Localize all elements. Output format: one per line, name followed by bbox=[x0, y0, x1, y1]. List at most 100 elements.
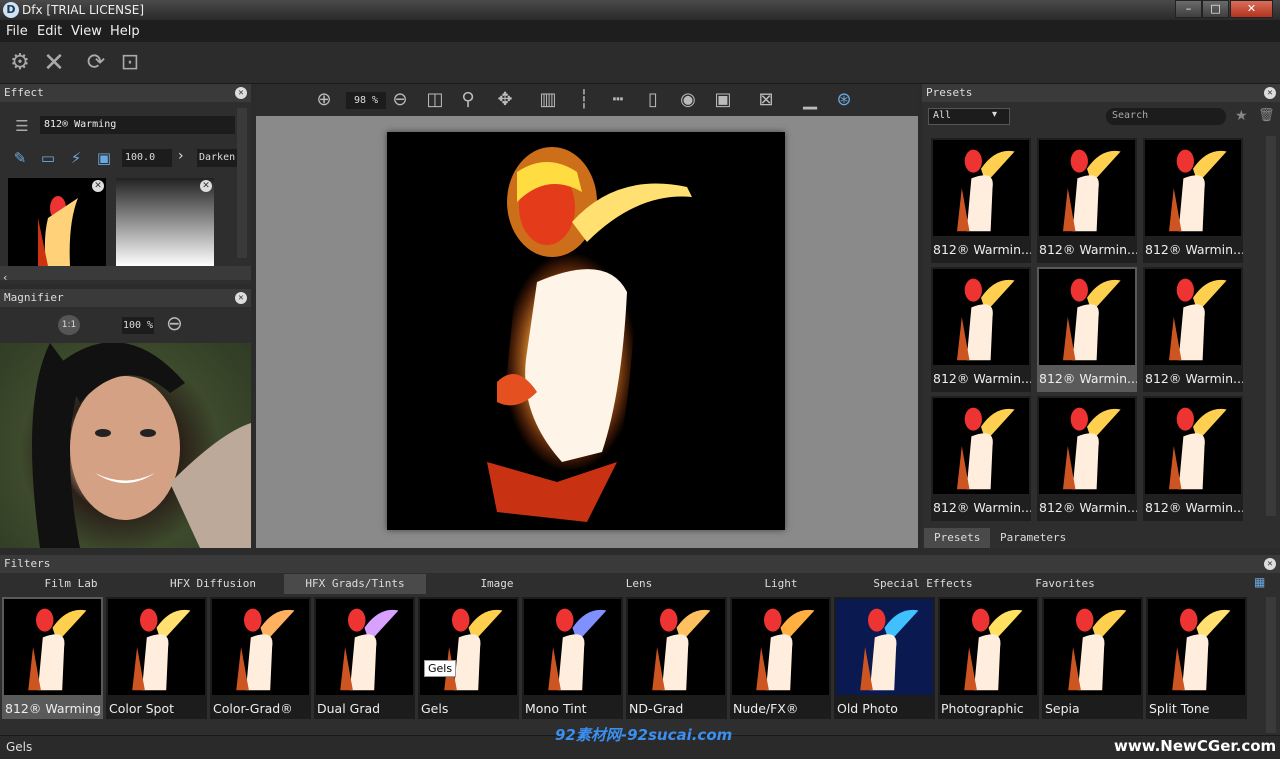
preset-tile[interactable]: 812® Warmin... bbox=[1037, 396, 1137, 521]
close-icon[interactable]: ✕ bbox=[235, 87, 247, 99]
menu-help[interactable]: Help bbox=[110, 24, 140, 39]
filter-tile[interactable]: Split Tone bbox=[1146, 597, 1247, 719]
watermark-right: www.NewCGer.com bbox=[1114, 737, 1277, 755]
opacity-input[interactable]: 100.0 bbox=[122, 149, 172, 167]
tab-lens[interactable]: Lens bbox=[568, 574, 710, 594]
close-icon[interactable]: ✕ bbox=[235, 292, 247, 304]
effect-panel-header: Effect ✕ bbox=[0, 84, 251, 102]
grid-view-icon[interactable]: ▦ bbox=[1254, 575, 1265, 589]
layer-icon[interactable]: ☰ bbox=[12, 116, 32, 136]
filter-tile[interactable]: Dual Grad bbox=[314, 597, 415, 719]
preset-label: 812® Warmin... bbox=[933, 371, 1031, 386]
magnifier-zoom[interactable]: 100 % bbox=[122, 317, 154, 334]
filter-tile[interactable]: Sepia bbox=[1042, 597, 1143, 719]
effect-scrollbar[interactable] bbox=[237, 108, 247, 258]
tab-presets[interactable]: Presets bbox=[924, 528, 991, 548]
filter-tile[interactable]: 812® Warming bbox=[2, 597, 103, 719]
close-icon[interactable]: ✕ bbox=[1264, 87, 1276, 99]
split-view-icon[interactable]: ◫ bbox=[423, 88, 447, 112]
zoom-out-icon[interactable]: ⊖ bbox=[166, 311, 183, 335]
close-icon[interactable]: ✕ bbox=[40, 49, 68, 77]
magnify-icon[interactable]: ⚲ bbox=[456, 88, 480, 112]
star-icon[interactable]: ★ bbox=[1235, 108, 1248, 124]
close-window-button[interactable]: ✕ bbox=[1230, 0, 1273, 18]
frame-icon[interactable]: ▣ bbox=[94, 148, 114, 168]
preset-scrollbar[interactable] bbox=[1266, 136, 1276, 516]
brush-icon[interactable]: ✎ bbox=[10, 148, 30, 168]
layer-thumbnail-effect[interactable]: ✕ bbox=[8, 178, 106, 266]
preset-tile[interactable]: 812® Warmin... bbox=[1037, 138, 1137, 263]
flame-figure-icon bbox=[1169, 149, 1227, 232]
flame-figure-icon bbox=[1068, 608, 1127, 691]
effect-panel: Effect ✕ ☰ 812® Warming ✎ ▭ ⚡ ▣ 100.0 › … bbox=[0, 84, 251, 284]
page-icon[interactable]: ▯ bbox=[641, 88, 665, 112]
menu-edit[interactable]: Edit bbox=[37, 24, 62, 39]
tab-hfx-diffusion[interactable]: HFX Diffusion bbox=[142, 574, 284, 594]
tab-film-lab[interactable]: Film Lab bbox=[0, 574, 142, 594]
refresh-icon[interactable]: ⟳ bbox=[82, 49, 110, 77]
preset-tile[interactable]: 812® Warmin... bbox=[1037, 267, 1137, 392]
preset-tile[interactable]: 812® Warmin... bbox=[931, 396, 1031, 521]
loupe-icon[interactable]: ⊛ bbox=[832, 88, 856, 112]
preset-tile[interactable]: 812® Warmin... bbox=[931, 138, 1031, 263]
zoom-in-icon[interactable]: ⊕ bbox=[312, 88, 336, 112]
tab-image[interactable]: Image bbox=[426, 574, 568, 594]
compare-split-icon[interactable]: ┆ bbox=[572, 88, 596, 112]
tab-special-effects[interactable]: Special Effects bbox=[852, 574, 994, 594]
trash-icon[interactable]: 🗑 bbox=[1258, 108, 1275, 123]
zoom-out-icon[interactable]: ⊖ bbox=[388, 88, 412, 112]
tab-light[interactable]: Light bbox=[710, 574, 852, 594]
filter-tile[interactable]: ND-Grad bbox=[626, 597, 727, 719]
menu-view[interactable]: View bbox=[71, 24, 102, 39]
filter-tile[interactable]: Nude/FX® bbox=[730, 597, 831, 719]
flame-figure-icon bbox=[340, 608, 399, 691]
monitor-icon[interactable]: ▭ bbox=[38, 148, 58, 168]
preset-tile[interactable]: 812® Warmin... bbox=[1143, 267, 1243, 392]
tab-parameters[interactable]: Parameters bbox=[990, 528, 1076, 548]
filter-tile[interactable]: Old Photo bbox=[834, 597, 935, 719]
compare-side-icon[interactable]: ▥ bbox=[536, 88, 560, 112]
close-icon[interactable]: ✕ bbox=[200, 180, 212, 192]
horizontal-scrollbar[interactable]: ‹ bbox=[0, 266, 251, 284]
tab-favorites[interactable]: Favorites bbox=[994, 574, 1136, 594]
layer-thumbnail-gradient[interactable]: ✕ bbox=[116, 178, 214, 266]
blend-mode-select[interactable]: Darken bbox=[197, 149, 237, 167]
pan-icon[interactable]: ✥ bbox=[493, 88, 517, 112]
main-image-preview[interactable] bbox=[387, 132, 785, 530]
minimize-button[interactable]: – bbox=[1175, 0, 1202, 18]
fit-icon[interactable]: ⊡ bbox=[116, 49, 144, 77]
flame-figure-icon bbox=[548, 608, 607, 691]
preset-tile[interactable]: 812® Warmin... bbox=[1143, 396, 1243, 521]
preset-search-input[interactable]: Search bbox=[1106, 108, 1226, 125]
close-icon[interactable]: ✕ bbox=[92, 180, 104, 192]
lightning-icon[interactable]: ⚡ bbox=[66, 148, 86, 168]
preset-tile[interactable]: 812® Warmin... bbox=[1143, 138, 1243, 263]
filter-tile[interactable]: Gels bbox=[418, 597, 519, 719]
filter-tile[interactable]: Photographic bbox=[938, 597, 1039, 719]
maximize-button[interactable]: □ bbox=[1202, 0, 1229, 18]
filter-label: Photographic bbox=[941, 701, 1024, 716]
gear-icon[interactable]: ⚙ bbox=[6, 49, 34, 77]
filter-thumbnail bbox=[420, 599, 517, 695]
chevron-down-icon[interactable]: ▾ bbox=[992, 109, 997, 120]
filter-tile[interactable]: Color Spot bbox=[106, 597, 207, 719]
chevron-right-icon[interactable]: › bbox=[178, 148, 184, 164]
preset-filter-select[interactable]: All bbox=[928, 108, 1010, 125]
effect-name-field[interactable]: 812® Warming bbox=[40, 116, 235, 134]
histogram-icon[interactable]: ▁ bbox=[798, 88, 822, 112]
menu-file[interactable]: File bbox=[6, 24, 28, 39]
camera-icon[interactable]: ◉ bbox=[676, 88, 700, 112]
one-to-one-button[interactable]: 1:1 bbox=[58, 315, 80, 335]
zoom-level[interactable]: 98 % bbox=[346, 92, 386, 109]
tab-hfx-grads-tints[interactable]: HFX Grads/Tints bbox=[284, 574, 426, 594]
filter-scrollbar[interactable] bbox=[1266, 597, 1276, 733]
compare-horizontal-icon[interactable]: ┅ bbox=[606, 88, 630, 112]
close-icon[interactable]: ✕ bbox=[1264, 558, 1276, 570]
chevron-left-icon[interactable]: ‹ bbox=[0, 271, 7, 284]
image-icon[interactable]: ⊠ bbox=[754, 88, 778, 112]
filter-tile[interactable]: Mono Tint bbox=[522, 597, 623, 719]
preset-tile[interactable]: 812® Warmin... bbox=[931, 267, 1031, 392]
filter-label: Color Spot bbox=[109, 701, 175, 716]
monitor-icon[interactable]: ▣ bbox=[711, 88, 735, 112]
filter-tile[interactable]: Color-Grad® bbox=[210, 597, 311, 719]
